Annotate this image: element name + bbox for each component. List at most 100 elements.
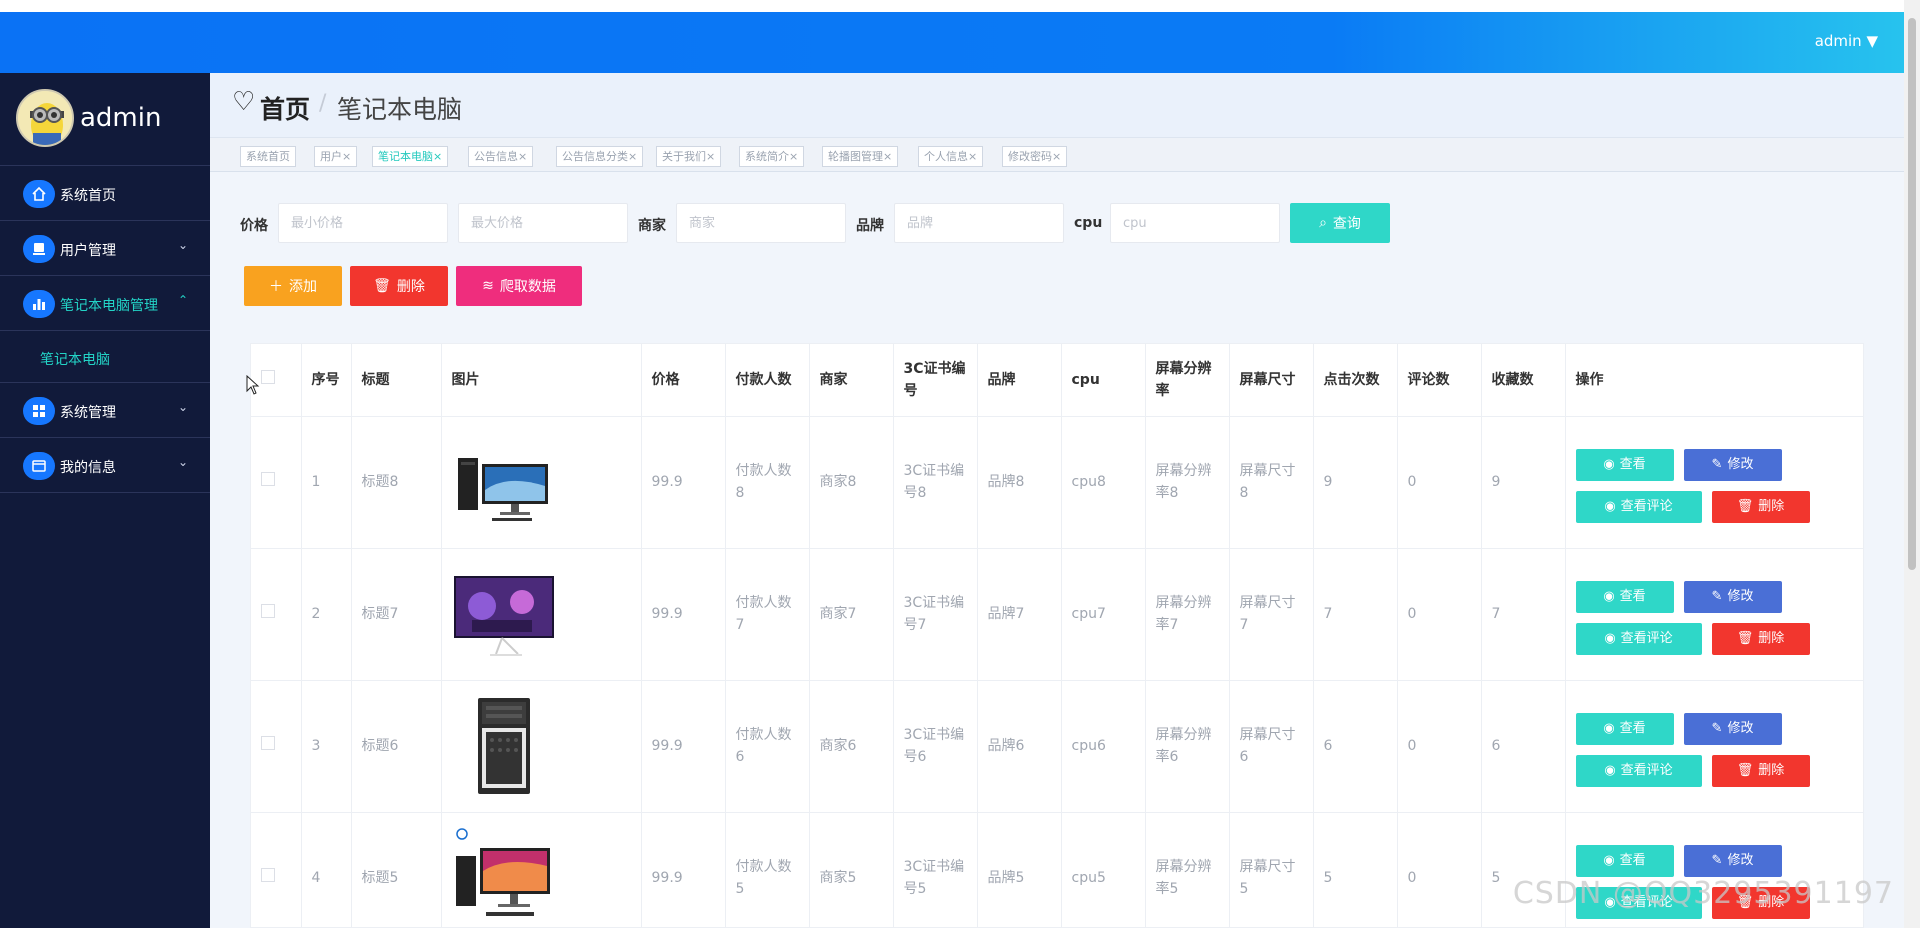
tag-profile[interactable]: 个人信息×	[918, 146, 984, 167]
merchant-input[interactable]	[676, 203, 846, 243]
sidebar-subitem-laptop[interactable]: 笔记本电脑	[0, 331, 210, 383]
top-bar: admin ▼	[0, 12, 1904, 73]
cell-screen-size: 屏幕尺寸7	[1229, 548, 1314, 681]
cell-no: 4	[301, 812, 352, 927]
cell-price: 99.9	[641, 416, 726, 549]
tag-users[interactable]: 用户×	[314, 146, 358, 167]
cell-clicks: 6	[1313, 680, 1398, 813]
home-icon	[23, 180, 55, 208]
header-image: 图片	[441, 344, 642, 417]
edit-button[interactable]: ✎ 修改	[1683, 449, 1782, 481]
view-comments-button-label: 查看评论	[1620, 631, 1673, 646]
add-button[interactable]: ＋ 添加	[244, 266, 342, 306]
cell-title: 标题6	[351, 680, 442, 813]
cell-clicks: 9	[1313, 416, 1398, 549]
cell-no: 3	[301, 680, 352, 813]
cell-image	[441, 416, 642, 549]
brand-input[interactable]	[894, 203, 1064, 243]
tag-intro[interactable]: 系统简介×	[739, 146, 805, 167]
cell-payers: 付款人数5	[725, 812, 810, 927]
user-menu[interactable]: admin ▼	[1815, 32, 1878, 50]
product-image	[452, 694, 631, 798]
batch-delete-button[interactable]: 🗑 删除	[350, 266, 448, 306]
eye-icon: ◉	[1603, 457, 1615, 472]
cell-no: 2	[301, 548, 352, 681]
delete-button[interactable]: 🗑 删除	[1711, 623, 1810, 655]
row-select-cell	[251, 680, 302, 813]
view-comments-button[interactable]: ◉ 查看评论	[1575, 755, 1702, 787]
delete-button[interactable]: 🗑 删除	[1711, 491, 1810, 523]
trash-icon: 🗑	[373, 278, 391, 294]
edit-button[interactable]: ✎ 修改	[1683, 713, 1782, 745]
delete-button-label: 删除	[1758, 499, 1785, 514]
view-comments-button[interactable]: ◉ 查看评论	[1575, 491, 1702, 523]
grid-icon	[23, 397, 55, 425]
sidebar-item-users[interactable]: 用户管理 ⌄	[0, 221, 210, 276]
pencil-icon: ✎	[1711, 457, 1723, 472]
tag-laptop[interactable]: 笔记本电脑×	[372, 146, 449, 167]
crawl-data-button[interactable]: ≋ 爬取数据	[456, 266, 582, 306]
header-actions: 操作	[1565, 344, 1863, 417]
page-scrollbar[interactable]	[1904, 0, 1920, 928]
tag-notice-category[interactable]: 公告信息分类×	[556, 146, 644, 167]
breadcrumb-current: 笔记本电脑	[337, 95, 463, 124]
tag-home[interactable]: 系统首页	[240, 146, 296, 167]
cell-clicks: 7	[1313, 548, 1398, 681]
row-checkbox[interactable]	[261, 868, 275, 882]
sidebar-item-label: 系统首页	[60, 188, 116, 204]
sidebar-item-my-info[interactable]: 我的信息 ⌄	[0, 438, 210, 493]
breadcrumb: ♡ 首页 / 笔记本电脑	[210, 73, 1904, 138]
view-button[interactable]: ◉ 查看	[1575, 449, 1674, 481]
cpu-input[interactable]	[1110, 203, 1280, 243]
view-button[interactable]: ◉ 查看	[1575, 581, 1674, 613]
merchant-label: 商家	[638, 218, 666, 234]
cell-cert: 3C证书编号5	[893, 812, 978, 927]
delete-button[interactable]: 🗑 删除	[1711, 755, 1810, 787]
cell-resolution: 屏幕分辨率8	[1145, 416, 1230, 549]
cell-merchant: 商家8	[809, 416, 894, 549]
row-checkbox[interactable]	[261, 472, 275, 486]
tag-password[interactable]: 修改密码×	[1002, 146, 1068, 167]
breadcrumb-home[interactable]: 首页	[260, 90, 310, 126]
row-select-cell	[251, 548, 302, 681]
max-price-input[interactable]	[458, 203, 628, 243]
cell-clicks: 5	[1313, 812, 1398, 927]
sidebar-item-system[interactable]: 系统管理 ⌄	[0, 383, 210, 438]
cell-cert: 3C证书编号8	[893, 416, 978, 549]
cell-comments: 0	[1397, 812, 1482, 927]
sidebar-item-laptop-management[interactable]: 笔记本电脑管理 ⌃	[0, 276, 210, 331]
scrollbar-thumb[interactable]	[1908, 18, 1916, 570]
select-all-checkbox[interactable]	[261, 369, 275, 384]
eye-icon: ◉	[1604, 763, 1616, 778]
header-cert: 3C证书编号	[893, 344, 978, 417]
tag-carousel[interactable]: 轮播图管理×	[822, 146, 899, 167]
view-comments-button[interactable]: ◉ 查看评论	[1575, 623, 1702, 655]
sidebar-item-home[interactable]: 系统首页	[0, 166, 210, 221]
header-brand: 品牌	[977, 344, 1062, 417]
view-comments-button-label: 查看评论	[1620, 763, 1673, 778]
header-resolution: 屏幕分辨率	[1145, 344, 1230, 417]
row-checkbox[interactable]	[261, 604, 275, 618]
view-button-label: 查看	[1619, 589, 1646, 604]
header-cpu: cpu	[1061, 344, 1146, 417]
cell-price: 99.9	[641, 548, 726, 681]
query-button[interactable]: ⌕ 查询	[1290, 203, 1390, 243]
cell-actions: ◉ 查看 ✎ 修改 ◉ 查看评论 🗑 删除	[1565, 680, 1863, 813]
cell-payers: 付款人数7	[725, 548, 810, 681]
edit-button-label: 修改	[1727, 721, 1754, 736]
row-checkbox[interactable]	[261, 736, 275, 750]
add-button-label: 添加	[289, 279, 317, 295]
tag-about[interactable]: 关于我们×	[656, 146, 722, 167]
edit-button[interactable]: ✎ 修改	[1683, 581, 1782, 613]
min-price-input[interactable]	[278, 203, 448, 243]
eye-icon: ◉	[1603, 853, 1615, 868]
cell-title: 标题5	[351, 812, 442, 927]
edit-button[interactable]: ✎ 修改	[1683, 845, 1782, 877]
cell-actions: ◉ 查看 ✎ 修改 ◉ 查看评论 🗑 删除	[1565, 416, 1863, 549]
tag-notice[interactable]: 公告信息×	[468, 146, 534, 167]
view-button[interactable]: ◉ 查看	[1575, 713, 1674, 745]
sidebar-subitem-label: 笔记本电脑	[40, 352, 110, 368]
cell-title: 标题7	[351, 548, 442, 681]
view-button[interactable]: ◉ 查看	[1575, 845, 1674, 877]
header-comments: 评论数	[1397, 344, 1482, 417]
